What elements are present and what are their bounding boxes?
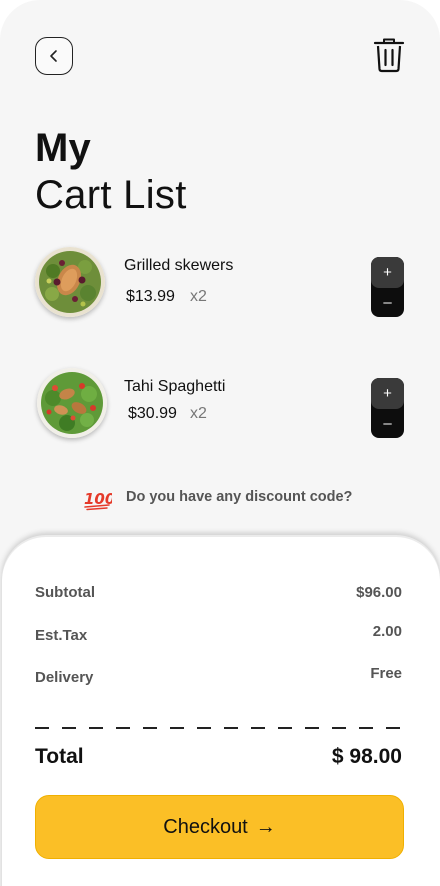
page-title-line2: Cart List (35, 173, 187, 217)
salad-dish-image (37, 368, 107, 438)
divider (35, 727, 403, 729)
item-image-grilled-skewers (35, 247, 105, 317)
item-name: Tahi Spaghetti (124, 378, 226, 395)
item-image-tahi-spaghetti (37, 368, 107, 438)
total-label: Total (35, 745, 84, 768)
quantity-stepper: + – (371, 257, 404, 317)
delivery-label: Delivery (35, 669, 94, 686)
increase-quantity-button[interactable]: + (371, 257, 404, 288)
cart-screen: My Cart List Grilled skewers $13.99 x2 +… (0, 0, 440, 886)
trash-icon (373, 38, 405, 73)
item-price: $13.99 (126, 288, 175, 305)
page-title-line1: My (35, 126, 91, 170)
hundred-points-icon: 100 (84, 490, 112, 511)
chevron-left-icon (50, 50, 57, 62)
delete-cart-button[interactable] (370, 35, 408, 75)
quantity-stepper: + – (371, 378, 404, 438)
checkout-label: Checkout (163, 815, 248, 838)
item-price: $30.99 (128, 405, 177, 422)
salad-dish-image (35, 247, 105, 317)
back-button[interactable] (35, 37, 73, 75)
arrow-right-icon: → (255, 815, 276, 838)
subtotal-value: $96.00 (356, 584, 402, 601)
increase-quantity-button[interactable]: + (371, 378, 404, 409)
item-name: Grilled skewers (124, 257, 234, 274)
delivery-value: Free (370, 665, 402, 682)
discount-code-link[interactable]: Do you have any discount code? (126, 489, 352, 505)
item-quantity: x2 (190, 288, 207, 305)
decrease-quantity-button[interactable]: – (371, 409, 404, 438)
tax-label: Est.Tax (35, 627, 88, 644)
item-quantity: x2 (190, 405, 207, 422)
subtotal-label: Subtotal (35, 584, 95, 601)
tax-value: 2.00 (372, 623, 402, 640)
checkout-button[interactable]: Checkout → (35, 795, 404, 859)
decrease-quantity-button[interactable]: – (371, 288, 404, 317)
total-value: $ 98.00 (331, 745, 402, 768)
